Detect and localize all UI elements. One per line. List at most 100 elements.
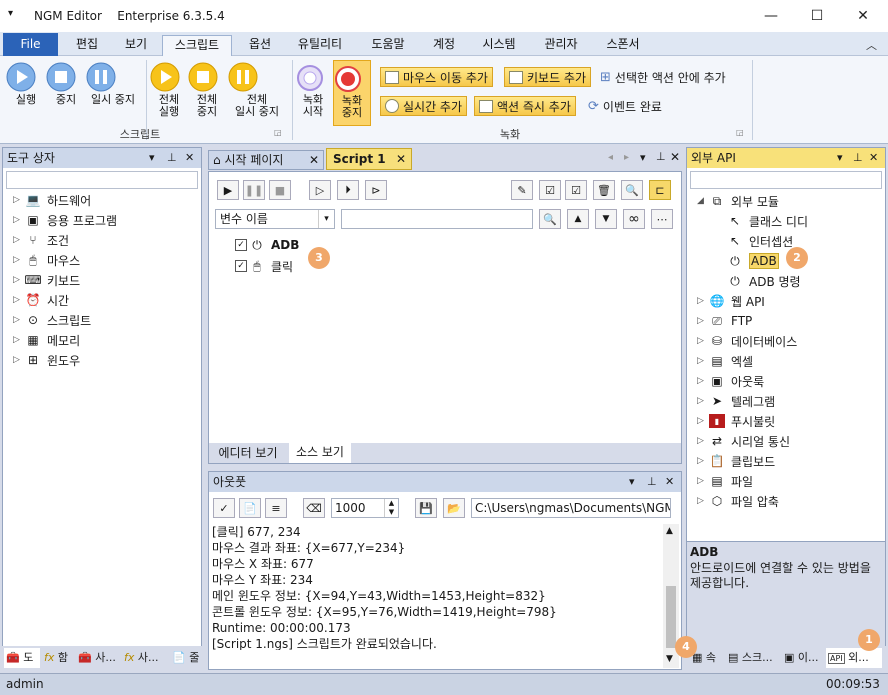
- system-menu-icon[interactable]: ▾: [8, 8, 13, 19]
- tab-source-view[interactable]: 소스 보기: [289, 443, 351, 463]
- close-icon[interactable]: ✕: [670, 150, 680, 164]
- tab-system[interactable]: 시스템: [470, 35, 528, 56]
- tab-script-list[interactable]: ▤ 스크...: [726, 648, 778, 668]
- variable-select[interactable]: 변수 이름 ▾: [215, 209, 335, 229]
- tab-toolbox[interactable]: 🧰 도: [4, 648, 40, 668]
- group-expander-icon[interactable]: ◲: [736, 128, 744, 137]
- toolbox-item-application[interactable]: ▷ ▣ 응용 프로그램: [13, 210, 117, 230]
- pin-icon[interactable]: ⊥: [656, 150, 666, 163]
- output-clear-button[interactable]: ⌫: [303, 498, 325, 518]
- run-all-button[interactable]: 전체 실행: [150, 62, 188, 118]
- output-open-folder-button[interactable]: 📂: [443, 498, 465, 518]
- editor-stop-button[interactable]: ■: [269, 180, 291, 200]
- tab-script[interactable]: 스크립트: [162, 35, 232, 56]
- tab-script-1[interactable]: Script 1 ✕: [326, 148, 412, 170]
- tab-external-api[interactable]: API 외...: [826, 648, 882, 668]
- tree-excel[interactable]: ▷ ▤ 엑셀: [697, 351, 753, 371]
- pause-button[interactable]: 일시 중지: [86, 62, 140, 106]
- tree-file[interactable]: ▷ ▤ 파일: [697, 471, 753, 491]
- tab-functions[interactable]: fx 함: [42, 648, 74, 668]
- record-stop-button[interactable]: 녹화 중지: [333, 60, 371, 126]
- toolbox-item-keyboard[interactable]: ▷ ⌨ 키보드: [13, 270, 80, 290]
- add-mouse-move-button[interactable]: 마우스 이동 추가: [380, 67, 493, 87]
- editor-step-button[interactable]: ▷: [309, 180, 331, 200]
- tree-pushbullet[interactable]: ▷ ▮ 푸시불릿: [697, 411, 775, 431]
- checkbox-checked-icon[interactable]: ✓: [235, 260, 247, 272]
- output-save-button[interactable]: 💾: [415, 498, 437, 518]
- loop-button[interactable]: ∞: [623, 209, 645, 229]
- tree-adb[interactable]: ⏻ ADB: [727, 251, 779, 271]
- close-icon[interactable]: ✕: [869, 148, 878, 168]
- toolbox-item-condition[interactable]: ▷ ⑂ 조건: [13, 230, 69, 250]
- dropdown-icon[interactable]: ▾: [149, 148, 155, 168]
- editor-run-selected-button[interactable]: ⏵: [337, 180, 359, 200]
- output-auto-scroll-button[interactable]: ✓: [213, 498, 235, 518]
- dropdown-icon[interactable]: ▾: [629, 472, 635, 492]
- checkbox-checked-icon[interactable]: ✓: [235, 239, 247, 251]
- tab-list-icon[interactable]: ▾: [640, 151, 646, 164]
- close-button[interactable]: ✕: [840, 0, 886, 32]
- editor-tree-button[interactable]: ⊏: [649, 180, 671, 200]
- toolbox-item-memory[interactable]: ▷ ▦ 메모리: [13, 330, 80, 350]
- close-tab-icon[interactable]: ✕: [396, 149, 406, 169]
- editor-pause-button[interactable]: ❚❚: [243, 180, 265, 200]
- pin-icon[interactable]: ⊥: [167, 148, 177, 168]
- tab-utility[interactable]: 유틸리티: [288, 35, 352, 56]
- tab-user-2[interactable]: fx 사...: [122, 648, 168, 668]
- tab-account[interactable]: 계정: [422, 35, 466, 56]
- tab-start-page[interactable]: ⌂ 시작 페이지 ✕: [208, 150, 324, 170]
- tab-help[interactable]: 도움말: [358, 35, 418, 56]
- tab-options[interactable]: 옵션: [236, 35, 284, 56]
- variable-search-input[interactable]: [341, 209, 533, 229]
- scroll-down-icon[interactable]: ▼: [666, 654, 673, 664]
- editor-play-button[interactable]: ▶: [217, 180, 239, 200]
- tab-line[interactable]: 📄 줄: [170, 648, 200, 668]
- pause-all-button[interactable]: 전체 일시 중지: [228, 62, 286, 118]
- collapse-ribbon-icon[interactable]: ︿: [866, 37, 877, 53]
- output-export-button[interactable]: 📄: [239, 498, 261, 518]
- pin-icon[interactable]: ⊥: [647, 472, 657, 492]
- tree-clipboard[interactable]: ▷ 📋 클립보드: [697, 451, 775, 471]
- tree-serial[interactable]: ▷ ⇄ 시리얼 통신: [697, 431, 790, 451]
- tab-editor-view[interactable]: 에디터 보기: [209, 444, 287, 463]
- move-up-button[interactable]: ▲: [567, 209, 589, 229]
- stop-all-button[interactable]: 전체 중지: [188, 62, 226, 118]
- stepper-arrows-icon[interactable]: ▲ ▼: [384, 499, 398, 517]
- close-tab-icon[interactable]: ✕: [309, 151, 319, 169]
- group-expander-icon[interactable]: ◲: [274, 128, 282, 137]
- more-button[interactable]: ⋯: [651, 209, 673, 229]
- event-complete-button[interactable]: ⟳ 이벤트 완료: [588, 96, 662, 116]
- maximize-button[interactable]: ☐: [794, 0, 840, 32]
- tab-file[interactable]: File: [3, 33, 58, 56]
- tab-edit[interactable]: 편집: [62, 35, 112, 56]
- output-wrap-button[interactable]: ≡: [265, 498, 287, 518]
- action-row-click[interactable]: ✓ 🖱 클릭: [235, 256, 293, 276]
- move-down-button[interactable]: ▼: [595, 209, 617, 229]
- scroll-left-icon[interactable]: ◂: [608, 152, 613, 163]
- tree-database[interactable]: ▷ ⛁ 데이터베이스: [697, 331, 797, 351]
- tree-class-dd[interactable]: ↖ 클래스 디디: [727, 211, 808, 231]
- tree-telegram[interactable]: ▷ ➤ 텔레그램: [697, 391, 775, 411]
- editor-search-button[interactable]: 🔍: [621, 180, 643, 200]
- tree-ftp[interactable]: ▷ ⎚ FTP: [697, 311, 752, 331]
- editor-delete-button[interactable]: 🗑: [593, 180, 615, 200]
- tree-zip[interactable]: ▷ ⬡ 파일 압축: [697, 491, 779, 511]
- close-icon[interactable]: ✕: [185, 148, 194, 168]
- tree-outlook[interactable]: ▷ ▣ 아웃룩: [697, 371, 764, 391]
- scroll-right-icon[interactable]: ▸: [624, 152, 629, 163]
- toolbox-item-script[interactable]: ▷ ⊙ 스크립트: [13, 310, 91, 330]
- editor-check-all-button[interactable]: ☑: [565, 180, 587, 200]
- scrollbar-thumb[interactable]: [666, 586, 676, 648]
- output-path-input[interactable]: C:\Users\ngmas\Documents\NGM6\: [471, 498, 671, 518]
- dropdown-icon[interactable]: ▾: [837, 148, 843, 168]
- toolbox-item-mouse[interactable]: ▷ 🖱 마우스: [13, 250, 80, 270]
- tab-sponsor[interactable]: 스폰서: [594, 35, 652, 56]
- external-api-search-input[interactable]: [690, 171, 882, 189]
- stop-button[interactable]: 중지: [46, 62, 86, 106]
- scroll-up-icon[interactable]: ▲: [666, 526, 673, 536]
- tree-interception[interactable]: ↖ 인터셉션: [727, 231, 793, 251]
- action-row-adb[interactable]: ✓ ⏻ ADB: [235, 235, 299, 255]
- tree-external-module[interactable]: ◢ ⧉ 외부 모듈: [697, 191, 779, 211]
- add-in-selected-button[interactable]: ⊞ 선택한 액션 안에 추가: [600, 67, 726, 87]
- editor-check-button[interactable]: ☑: [539, 180, 561, 200]
